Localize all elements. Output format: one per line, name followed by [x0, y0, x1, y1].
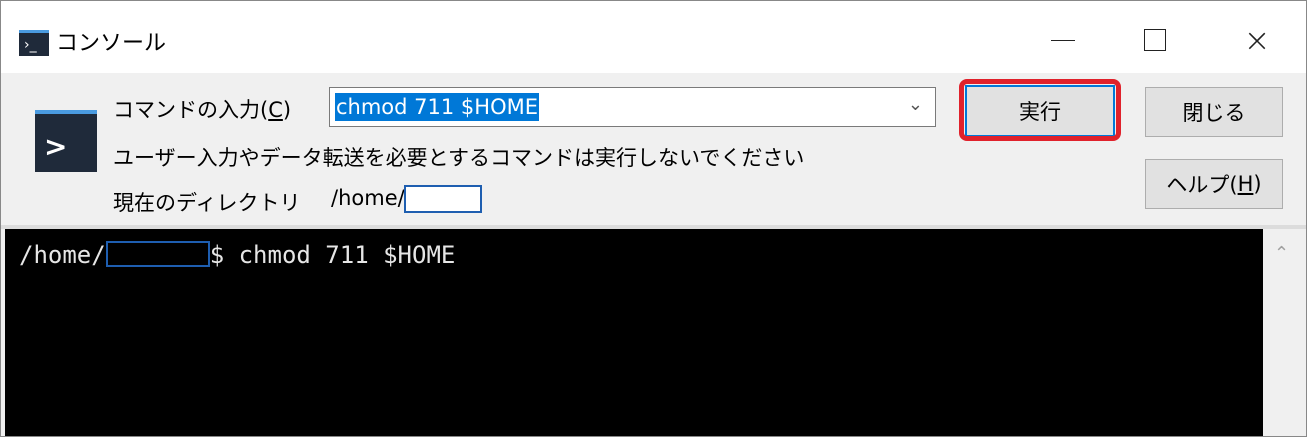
chevron-down-icon[interactable]: ⌄	[908, 94, 923, 115]
close-icon: ×	[1243, 21, 1271, 59]
title-bar[interactable]: ›_ コンソール ×	[1, 1, 1306, 73]
console-app-icon: ›_	[19, 30, 49, 56]
warning-text: ユーザー入力やデータ転送を必要とするコマンドは実行しないでください	[113, 146, 805, 170]
close-window-button[interactable]: ×	[1227, 17, 1287, 63]
command-label: コマンドの入力(C)	[113, 98, 292, 122]
current-directory-value: /home/	[331, 186, 405, 210]
help-button[interactable]: ヘルプ(H)	[1145, 159, 1283, 209]
console-output[interactable]: /home/$ chmod 711 $HOME	[5, 229, 1263, 436]
command-accel-key: C	[268, 98, 283, 122]
command-input-value[interactable]: chmod 711 $HOME	[335, 93, 539, 121]
run-button-highlight	[959, 79, 1121, 141]
scroll-up-icon[interactable]: ⌃	[1274, 243, 1289, 264]
minimize-button[interactable]	[1033, 17, 1093, 63]
vertical-scrollbar[interactable]: ⌃	[1263, 229, 1306, 436]
maximize-button[interactable]	[1125, 17, 1185, 63]
console-window: ›_ コンソール × > コマンドの入力(C) chmod 711 $HOME …	[0, 0, 1307, 437]
current-directory-label: 現在のディレクトリ	[113, 191, 301, 215]
console-line: /home/$ chmod 711 $HOME	[19, 241, 456, 269]
command-input[interactable]: chmod 711 $HOME ⌄	[329, 87, 936, 127]
masked-username	[105, 241, 210, 267]
help-accel-key: H	[1237, 172, 1254, 196]
masked-username	[404, 185, 482, 213]
maximize-icon	[1144, 29, 1166, 51]
close-button[interactable]: 閉じる	[1145, 87, 1283, 137]
prompt-icon: >	[35, 110, 97, 172]
minimize-icon	[1051, 39, 1075, 41]
window-title: コンソール	[56, 31, 167, 56]
